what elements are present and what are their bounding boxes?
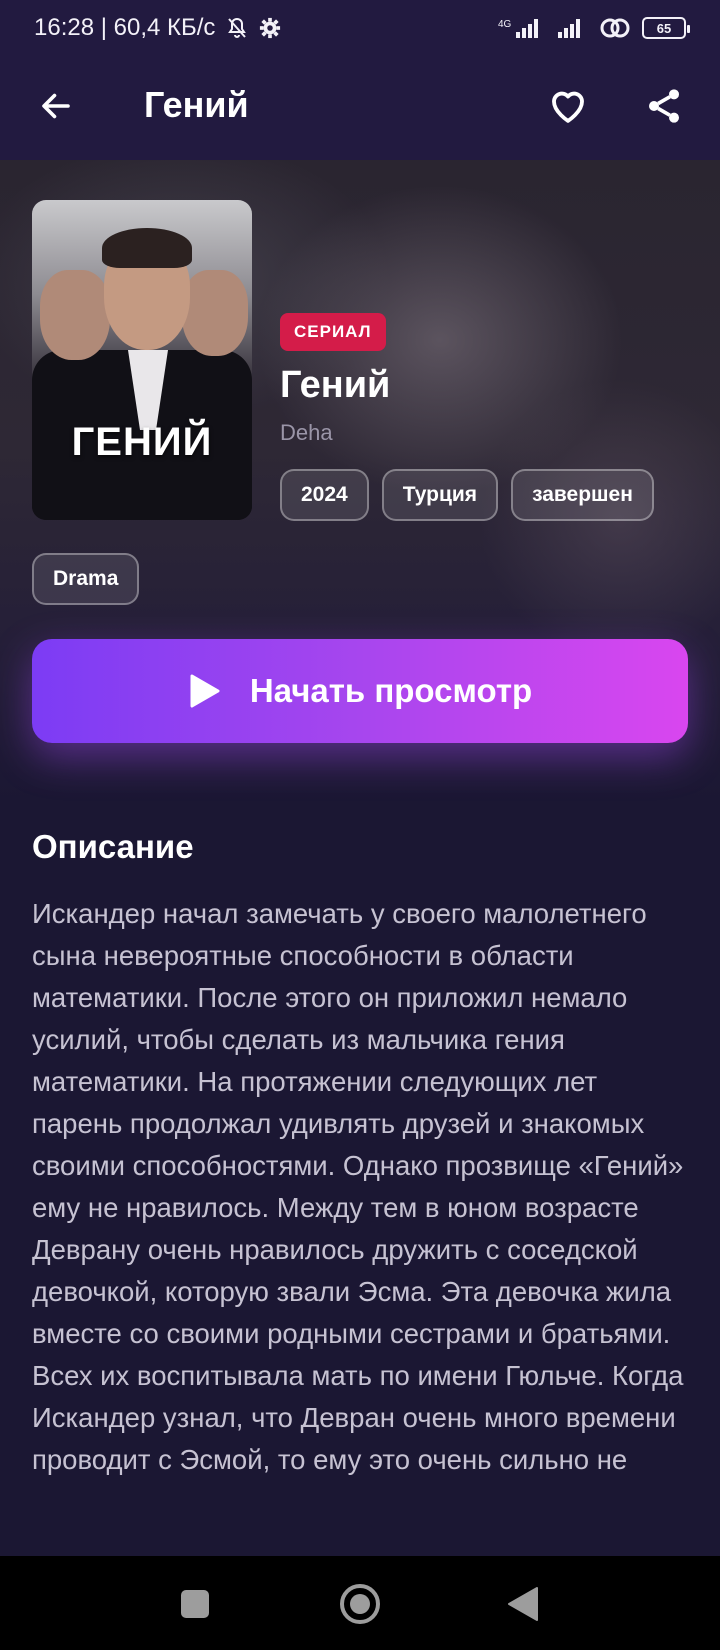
recents-button[interactable] <box>167 1576 223 1632</box>
original-title: Deha <box>280 420 333 445</box>
battery-level: 65 <box>656 20 672 36</box>
system-nav-bar <box>0 1556 720 1650</box>
share-button[interactable] <box>638 80 690 132</box>
home-button[interactable] <box>332 1576 388 1632</box>
genre-chips: Drama <box>32 553 140 605</box>
play-icon <box>190 674 220 708</box>
chip-genre[interactable]: Drama <box>32 553 140 605</box>
poster-hair <box>102 228 192 268</box>
poster-face-left <box>40 270 110 360</box>
signal-icon <box>556 16 588 40</box>
start-watching-button[interactable]: Начать просмотр <box>32 639 688 743</box>
poster-title: ГЕНИЙ <box>71 420 213 464</box>
favorite-button[interactable] <box>542 80 594 132</box>
chip-year[interactable]: 2024 <box>280 469 369 521</box>
type-badge: СЕРИАЛ <box>280 313 386 351</box>
circle-icon <box>340 1584 380 1624</box>
poster-image: ГЕНИЙ <box>32 200 252 520</box>
svg-text:4G: 4G <box>498 19 512 30</box>
back-button[interactable] <box>32 82 80 130</box>
page-title: Гений <box>144 84 249 125</box>
status-bar: 16:28 | 60,4 КБ/с 4G 65 <box>0 0 720 56</box>
bell-off-icon <box>225 16 249 40</box>
poster-face-right <box>182 270 248 356</box>
chip-status[interactable]: завершен <box>511 469 654 521</box>
app-bar: Гений <box>0 56 720 160</box>
arrow-left-icon <box>42 93 70 119</box>
gear-icon <box>259 17 281 39</box>
chip-country[interactable]: Турция <box>381 469 499 521</box>
start-watching-label: Начать просмотр <box>249 672 533 709</box>
share-icon <box>649 89 679 123</box>
status-time-speed: 16:28 | 60,4 КБ/с <box>34 14 216 41</box>
info-chips: 2024 Турция завершен <box>280 469 654 521</box>
triangle-back-icon <box>508 1587 538 1621</box>
back-nav-button[interactable] <box>495 1576 551 1632</box>
show-title: Гений <box>280 364 391 406</box>
heart-icon <box>552 91 584 123</box>
description-heading: Описание <box>32 828 194 865</box>
battery-icon: 65 <box>642 17 690 39</box>
description-text: Искандер начал замечать у своего малолет… <box>32 898 684 1475</box>
square-icon <box>181 1590 209 1618</box>
hotspot-icon <box>600 16 630 40</box>
signal-4g-icon: 4G <box>498 16 544 40</box>
